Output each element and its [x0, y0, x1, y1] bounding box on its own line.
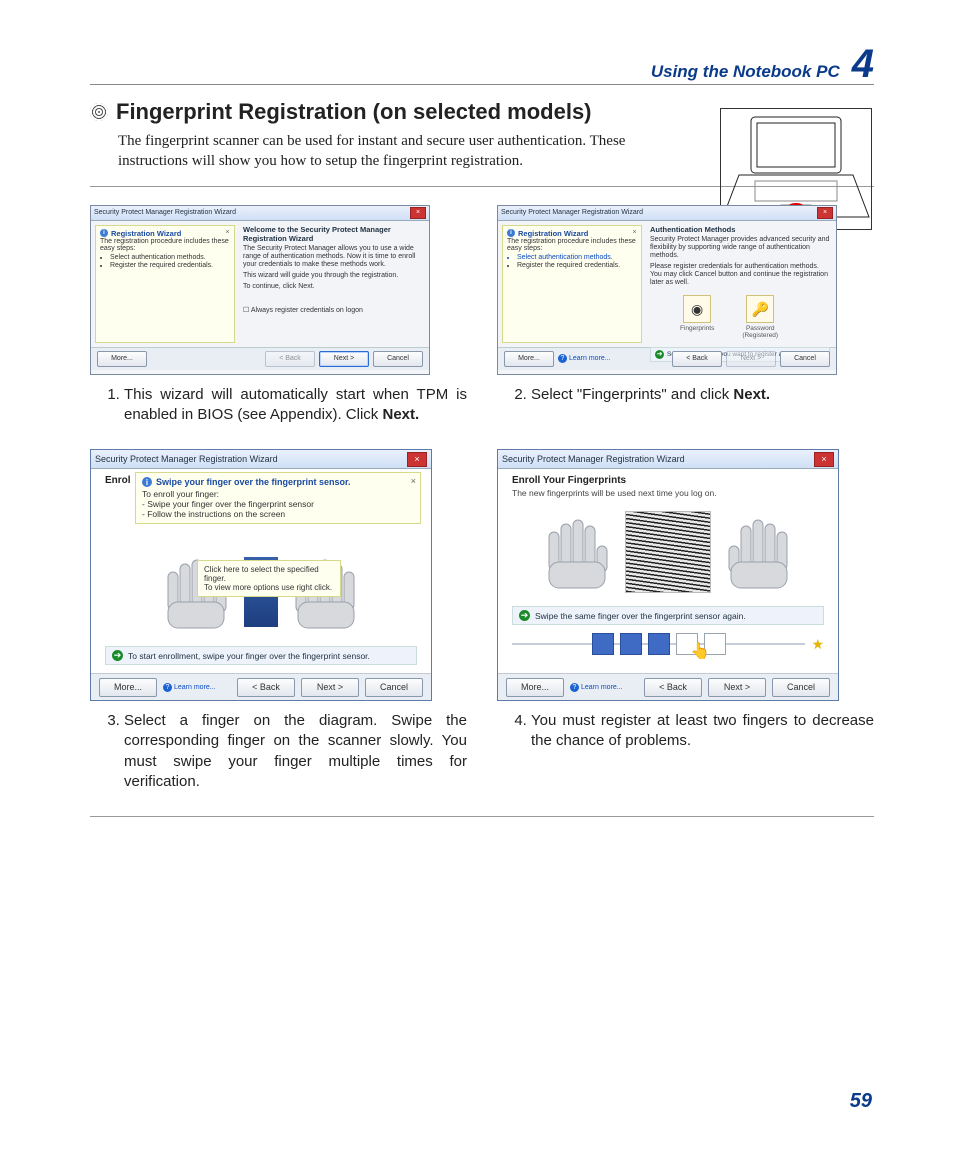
wizard-step1-screenshot: Security Protect Manager Registration Wi… [90, 205, 430, 375]
back-button[interactable]: < Back [265, 351, 315, 367]
method-fingerprints[interactable]: ◉ Fingerprints [680, 295, 714, 339]
page-header: Using the Notebook PC 4 [90, 48, 874, 85]
step-2: Security Protect Manager Registration Wi… [497, 205, 874, 407]
step1-caption: This wizard will automatically start whe… [124, 385, 467, 426]
window-title: Security Protect Manager Registration Wi… [95, 454, 278, 464]
tooltip-close-icon[interactable]: × [631, 229, 638, 236]
next-button[interactable]: Next > [319, 351, 369, 367]
fingerprint-icon: ◉ [683, 295, 711, 323]
wizard-step2-screenshot: Security Protect Manager Registration Wi… [497, 205, 837, 375]
left-hand-diagram[interactable] [541, 512, 611, 592]
step4-caption: You must register at least two fingers t… [531, 711, 874, 752]
finger-hint: Click here to select the specified finge… [197, 560, 341, 597]
swipe-tooltip: × iSwipe your finger over the fingerprin… [135, 472, 421, 524]
help-icon: ? [570, 683, 579, 692]
step-1: Security Protect Manager Registration Wi… [90, 205, 467, 428]
wizard-step3-screenshot: Security Protect Manager Registration Wi… [90, 449, 432, 701]
close-icon[interactable]: × [407, 452, 427, 467]
more-button[interactable]: More... [99, 678, 157, 697]
info-icon: i [507, 229, 515, 237]
step2-caption: Select "Fingerprints" and click Next. [531, 385, 874, 405]
header-chapter: 4 [852, 48, 874, 80]
more-button[interactable]: More... [504, 351, 554, 367]
intro-text: The fingerprint scanner can be used for … [118, 131, 638, 172]
learn-more-link[interactable]: ?Learn more... [558, 354, 611, 363]
enroll-prompt: ➔ Swipe the same finger over the fingerp… [512, 606, 824, 625]
info-icon: i [142, 477, 152, 487]
close-icon[interactable]: × [410, 207, 426, 219]
step-3: Security Protect Manager Registration Wi… [90, 449, 467, 794]
back-button[interactable]: < Back [644, 678, 702, 697]
tooltip-close-icon[interactable]: × [411, 476, 416, 486]
learn-more-link[interactable]: ?Learn more... [570, 683, 623, 692]
tooltip-panel: × iRegistration Wizard The registration … [95, 225, 235, 343]
page-number: 59 [850, 1090, 872, 1113]
arrow-icon: ➔ [655, 350, 664, 359]
star-icon: ★ [811, 636, 824, 653]
help-icon: ? [163, 683, 172, 692]
enroll-heading: Enrol [105, 475, 131, 486]
fingerprint-icon [90, 103, 108, 121]
cancel-button[interactable]: Cancel [780, 351, 830, 367]
welcome-title: Welcome to the Security Protect Manager … [243, 225, 423, 243]
close-icon[interactable]: × [817, 207, 833, 219]
window-title: Security Protect Manager Registration Wi… [502, 454, 685, 464]
window-title: Security Protect Manager Registration Wi… [94, 209, 236, 216]
next-button[interactable]: Next > [726, 351, 776, 367]
info-icon: i [100, 229, 108, 237]
key-icon: 🔑 [746, 295, 774, 323]
step3-caption: Select a finger on the diagram. Swipe th… [124, 711, 467, 792]
back-button[interactable]: < Back [672, 351, 722, 367]
always-register-checkbox[interactable]: Always register credentials on logon [251, 307, 363, 314]
enroll-title: Enroll Your Fingerprints [512, 475, 824, 486]
auth-methods-title: Authentication Methods [650, 225, 830, 234]
method-password[interactable]: 🔑 Password(Registered) [742, 295, 778, 339]
enroll-prompt: ➔ To start enrollment, swipe your finger… [105, 646, 417, 665]
back-button[interactable]: < Back [237, 678, 295, 697]
enroll-progress: ★ 👆 [512, 631, 824, 657]
wizard-step4-screenshot: Security Protect Manager Registration Wi… [497, 449, 839, 701]
arrow-icon: ➔ [519, 610, 530, 621]
page-title: Fingerprint Registration (on selected mo… [116, 99, 592, 125]
pointer-icon: 👆 [690, 641, 710, 661]
cancel-button[interactable]: Cancel [772, 678, 830, 697]
separator [90, 816, 874, 817]
more-button[interactable]: More... [506, 678, 564, 697]
next-button[interactable]: Next > [301, 678, 359, 697]
right-hand-diagram[interactable] [725, 512, 795, 592]
header-section: Using the Notebook PC [651, 62, 840, 82]
next-button[interactable]: Next > [708, 678, 766, 697]
cancel-button[interactable]: Cancel [365, 678, 423, 697]
learn-more-link[interactable]: ?Learn more... [163, 683, 216, 692]
step-4: Security Protect Manager Registration Wi… [497, 449, 874, 754]
fingerprint-preview [625, 511, 711, 593]
cancel-button[interactable]: Cancel [373, 351, 423, 367]
help-icon: ? [558, 354, 567, 363]
arrow-icon: ➔ [112, 650, 123, 661]
tooltip-close-icon[interactable]: × [224, 229, 231, 236]
window-title: Security Protect Manager Registration Wi… [501, 209, 643, 216]
close-icon[interactable]: × [814, 452, 834, 467]
tooltip-panel: × iRegistration Wizard The registration … [502, 225, 642, 343]
more-button[interactable]: More... [97, 351, 147, 367]
